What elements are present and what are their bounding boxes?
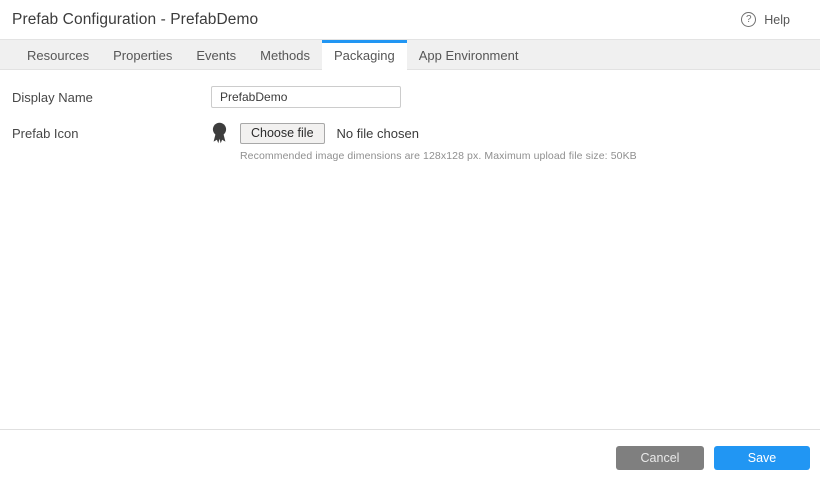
title-bar: Prefab Configuration - PrefabDemo ? Help xyxy=(0,0,820,40)
display-name-input[interactable] xyxy=(211,86,401,108)
tab-packaging[interactable]: Packaging xyxy=(322,40,407,70)
tab-label: Packaging xyxy=(334,47,395,63)
tab-label: Resources xyxy=(27,47,90,63)
tab-methods[interactable]: Methods xyxy=(248,40,322,70)
cancel-button[interactable]: Cancel xyxy=(616,445,704,470)
choose-file-button[interactable]: Choose file xyxy=(240,122,325,144)
prefab-icon-label: Prefab Icon xyxy=(12,126,79,141)
display-name-row: Display Name xyxy=(12,86,808,108)
prefab-icon-field: Choose file No file chosen Recommended i… xyxy=(211,122,637,162)
tab-properties[interactable]: Properties xyxy=(101,40,184,70)
award-ribbon-icon xyxy=(211,122,228,144)
prefab-configuration-dialog: Prefab Configuration - PrefabDemo ? Help… xyxy=(0,0,820,485)
tab-label: Properties xyxy=(113,47,173,63)
tab-label: App Environment xyxy=(418,47,519,63)
tab-app-environment[interactable]: App Environment xyxy=(407,40,531,70)
question-circle-icon: ? xyxy=(741,12,757,27)
help-label: Help xyxy=(764,12,790,27)
save-button[interactable]: Save xyxy=(714,445,810,470)
tab-label: Methods xyxy=(260,47,311,63)
tab-label: Events xyxy=(196,47,237,63)
footer-action-bar: Cancel Save xyxy=(0,429,820,485)
tab-bar: Resources Properties Events Methods Pack… xyxy=(0,40,820,70)
page-title: Prefab Configuration - PrefabDemo xyxy=(12,10,259,28)
file-upload-line: Choose file No file chosen xyxy=(211,122,637,144)
upload-hint-text: Recommended image dimensions are 128x128… xyxy=(240,150,637,162)
file-status-text: No file chosen xyxy=(336,125,419,141)
prefab-icon-row: Prefab Icon Choose file No file chosen R… xyxy=(12,122,808,162)
tab-resources[interactable]: Resources xyxy=(15,40,101,70)
display-name-field xyxy=(211,86,401,108)
packaging-panel: Display Name Prefab Icon Choose file xyxy=(0,70,820,162)
display-name-label: Display Name xyxy=(12,90,93,105)
help-link[interactable]: ? Help xyxy=(741,12,790,27)
tab-events[interactable]: Events xyxy=(184,40,248,70)
